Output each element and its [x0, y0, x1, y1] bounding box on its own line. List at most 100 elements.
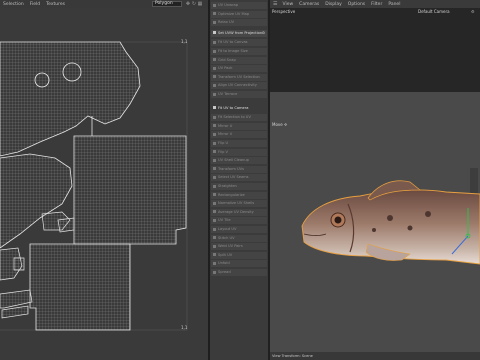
- uv-command-24[interactable]: UV Tile: [211, 217, 267, 225]
- command-label: Fit Selection to UV: [218, 115, 251, 120]
- command-label: Normalize UV Shells: [218, 201, 255, 206]
- command-label: Fit UV to Canvas: [218, 40, 248, 45]
- command-icon: [213, 201, 216, 205]
- grid-icon[interactable]: ▦: [197, 1, 203, 7]
- command-label: Set UVW from Projection: [218, 30, 263, 35]
- uv-command-30[interactable]: Spread: [211, 269, 267, 276]
- uv-coord-bottom: 1,1: [181, 325, 188, 330]
- command-icon: [213, 244, 216, 248]
- command-label: Flip U: [218, 141, 229, 145]
- command-icon: [213, 20, 216, 24]
- uv-shell-belly: [29, 243, 131, 331]
- viewport-menu-icon[interactable]: ☰: [270, 1, 279, 7]
- command-icon: [213, 253, 216, 257]
- uv-menu-field[interactable]: Field: [27, 2, 43, 7]
- viewport-menu-bar: ☰ View Cameras Display Options Filter Pa…: [270, 0, 480, 8]
- command-icon: [213, 175, 216, 179]
- command-label: Align UV Connectivity: [218, 83, 257, 88]
- uv-command-0[interactable]: UV Unwrap: [211, 2, 267, 9]
- command-icon: [213, 75, 216, 79]
- vp-menu-view[interactable]: View: [279, 2, 296, 7]
- command-label: UV Pack: [218, 66, 233, 71]
- command-icon: [213, 167, 216, 171]
- uv-command-27[interactable]: Weld UV Pairs: [211, 243, 267, 251]
- uv-command-12[interactable]: Fit Selection to UV: [211, 114, 267, 122]
- command-label: UV Shell Cleanup: [218, 158, 249, 163]
- command-label: Spread: [218, 270, 231, 274]
- uv-command-7[interactable]: UV Pack: [211, 65, 267, 73]
- vp-menu-options[interactable]: Options: [345, 2, 368, 7]
- uv-command-11[interactable]: Fit UV to Camera: [211, 104, 267, 112]
- uv-command-21[interactable]: Rectangularize: [211, 191, 267, 199]
- uv-command-18[interactable]: Transform UVs: [211, 165, 267, 173]
- command-icon: [213, 49, 216, 53]
- command-label: Grid Snap: [218, 57, 236, 62]
- command-label: Mirror V: [218, 132, 233, 137]
- command-icon: [213, 158, 216, 162]
- uv-command-28[interactable]: Split UV: [211, 251, 267, 259]
- uv-command-5[interactable]: Fit to Image Size: [211, 48, 267, 55]
- uv-command-29[interactable]: Unfold: [211, 260, 267, 268]
- command-label: Transform UV Selection: [218, 74, 260, 79]
- command-icon: [213, 184, 216, 188]
- uv-command-15[interactable]: Flip U: [211, 140, 267, 147]
- perspective-viewport[interactable]: Perspective Default Camera ⚙ Move ✥: [270, 8, 480, 352]
- command-label: Split UV: [218, 252, 233, 257]
- command-icon: [213, 141, 216, 145]
- command-label: Fit UV to Camera: [218, 105, 249, 110]
- uv-command-6[interactable]: Grid Snap: [211, 56, 267, 64]
- command-label: Rectangularize: [218, 192, 245, 197]
- viewport-status-bar: View Transform: Scene: [270, 352, 480, 360]
- uv-command-14[interactable]: Mirror V: [211, 131, 267, 139]
- uv-command-16[interactable]: Flip V: [211, 148, 267, 156]
- uv-command-1[interactable]: Optimize UV Map: [211, 10, 267, 18]
- uv-command-17[interactable]: UV Shell Cleanup: [211, 157, 267, 165]
- vp-menu-panel[interactable]: Panel: [385, 2, 403, 7]
- command-label: UV Tile: [218, 218, 231, 223]
- uv-command-22[interactable]: Normalize UV Shells: [211, 200, 267, 208]
- command-icon: [213, 66, 216, 70]
- uv-mode-select[interactable]: Polygon: [152, 1, 182, 7]
- vp-menu-cameras[interactable]: Cameras: [296, 2, 322, 7]
- command-icon: [213, 106, 216, 110]
- command-label: Optimize UV Map: [218, 11, 250, 16]
- command-icon: [213, 40, 216, 44]
- uv-menu-selection[interactable]: Selection: [0, 2, 27, 7]
- uv-command-10[interactable]: UV Terrace: [211, 91, 267, 98]
- fish-model: [301, 180, 480, 265]
- uv-command-13[interactable]: Mirror U: [211, 122, 267, 130]
- gear-icon[interactable]: ⚙: [262, 30, 265, 37]
- vp-menu-display[interactable]: Display: [322, 2, 345, 7]
- command-icon: [213, 218, 216, 222]
- command-label: Stitch UV: [218, 235, 235, 240]
- uv-menu-textures[interactable]: Textures: [43, 2, 68, 7]
- uv-command-3[interactable]: Set UVW from Projection ⚙: [211, 29, 267, 37]
- uv-editor-canvas[interactable]: 1,1 1,1: [0, 8, 208, 360]
- command-icon: [213, 236, 216, 240]
- command-icon: [213, 193, 216, 197]
- command-label: Transform UVs: [218, 166, 244, 171]
- command-icon: [213, 83, 216, 87]
- vp-menu-filter[interactable]: Filter: [368, 2, 385, 7]
- command-icon: [213, 261, 216, 265]
- uv-command-23[interactable]: Average UV Density: [211, 208, 267, 216]
- command-label: Layout UV: [218, 227, 237, 231]
- uv-command-2[interactable]: Relax UV: [211, 19, 267, 27]
- uv-command-20[interactable]: Straighten: [211, 183, 267, 190]
- command-label: Relax UV: [218, 20, 235, 25]
- command-icon: [213, 31, 216, 35]
- uv-shell-fin-4: [13, 257, 25, 271]
- command-label: Mirror U: [218, 123, 233, 128]
- command-label: Straighten: [218, 184, 237, 188]
- command-label: Flip V: [218, 149, 228, 154]
- uv-command-9[interactable]: Align UV Connectivity: [211, 82, 267, 90]
- uv-command-19[interactable]: Select UV Seams: [211, 174, 267, 182]
- command-label: Select UV Seams: [218, 175, 249, 180]
- command-icon: [213, 92, 216, 96]
- uv-command-8[interactable]: Transform UV Selection: [211, 73, 267, 81]
- command-label: UV Terrace: [218, 92, 238, 96]
- uv-command-25[interactable]: Layout UV: [211, 226, 267, 233]
- command-icon: [213, 210, 216, 214]
- uv-command-4[interactable]: Fit UV to Canvas: [211, 39, 267, 47]
- uv-command-26[interactable]: Stitch UV: [211, 234, 267, 242]
